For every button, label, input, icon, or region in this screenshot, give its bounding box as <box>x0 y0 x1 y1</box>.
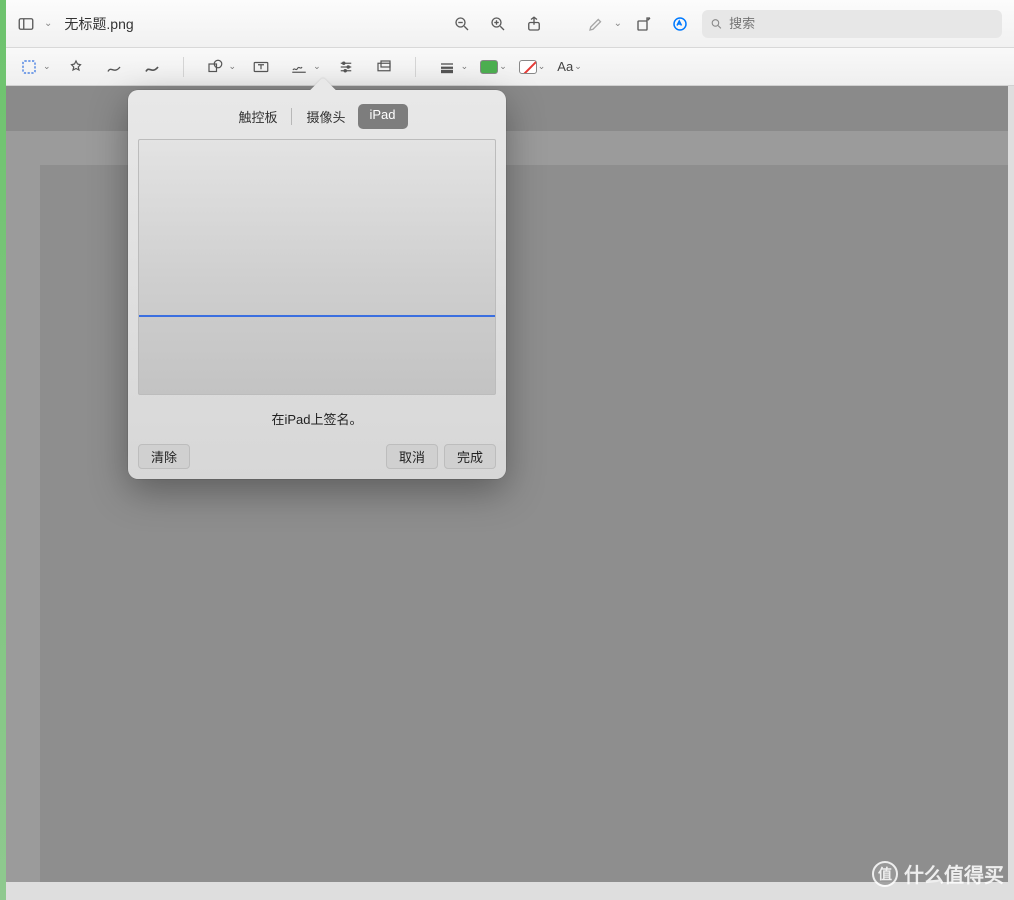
clear-button[interactable]: 清除 <box>138 444 190 469</box>
text-box-icon[interactable] <box>248 54 274 80</box>
search-input[interactable] <box>729 16 994 31</box>
rotate-icon[interactable] <box>630 10 658 38</box>
tab-trackpad[interactable]: 触控板 <box>226 104 289 129</box>
chevron-down-icon[interactable]: ⌄ <box>538 61 546 72</box>
adjust-color-icon[interactable] <box>333 54 359 80</box>
shapes-icon[interactable] <box>202 54 228 80</box>
document-title: 无标题.png <box>64 14 133 34</box>
chevron-down-icon[interactable]: ⌄ <box>614 18 622 29</box>
signature-canvas[interactable] <box>138 139 496 395</box>
watermark: 值 什么值得买 <box>872 859 1004 888</box>
search-field[interactable] <box>702 10 1002 38</box>
sketch-icon[interactable] <box>101 54 127 80</box>
sign-icon[interactable] <box>286 54 312 80</box>
adjust-size-icon[interactable] <box>371 54 397 80</box>
instant-alpha-icon[interactable] <box>63 54 89 80</box>
markup-toolbar: ⌄ ⌄ ⌄ ⌄ ⌄ ⌄ Aa ⌄ <box>0 48 1014 86</box>
stroke-icon[interactable] <box>434 54 460 80</box>
draw-icon[interactable] <box>139 54 165 80</box>
separator <box>415 57 416 77</box>
chevron-down-icon[interactable]: ⌄ <box>574 61 582 72</box>
chevron-down-icon[interactable]: ⌄ <box>313 61 321 72</box>
popover-button-row: 清除 取消 完成 <box>128 444 506 469</box>
selection-icon[interactable] <box>16 54 42 80</box>
chevron-down-icon[interactable]: ⌄ <box>43 61 51 72</box>
separator <box>183 57 184 77</box>
tab-divider <box>291 108 292 125</box>
signature-baseline <box>139 315 495 317</box>
tab-camera[interactable]: 摄像头 <box>294 104 357 129</box>
chevron-down-icon[interactable]: ⌄ <box>229 61 237 72</box>
signature-source-tabs: 触控板 摄像头 iPad <box>128 104 506 129</box>
main-toolbar: ⌄ 无标题.png ⌄ <box>0 0 1014 48</box>
search-icon <box>710 17 723 31</box>
share-icon[interactable] <box>520 10 548 38</box>
cancel-button[interactable]: 取消 <box>386 444 438 469</box>
text-style-button[interactable]: Aa <box>557 59 573 74</box>
zoom-in-icon[interactable] <box>484 10 512 38</box>
highlight-icon[interactable] <box>582 10 610 38</box>
chevron-down-icon[interactable]: ⌄ <box>461 61 469 72</box>
zoom-out-icon[interactable] <box>448 10 476 38</box>
signature-popover: 触控板 摄像头 iPad 在iPad上签名。 清除 取消 完成 <box>128 90 506 479</box>
watermark-text: 什么值得买 <box>904 859 1004 888</box>
markup-icon[interactable] <box>666 10 694 38</box>
chevron-down-icon[interactable]: ⌄ <box>44 18 52 29</box>
fill-color-swatch[interactable] <box>519 60 537 74</box>
chevron-down-icon[interactable]: ⌄ <box>499 61 507 72</box>
done-button[interactable]: 完成 <box>444 444 496 469</box>
sidebar-toggle-icon[interactable] <box>12 10 40 38</box>
border-color-swatch[interactable] <box>480 60 498 74</box>
watermark-badge: 值 <box>872 861 898 887</box>
signature-hint: 在iPad上签名。 <box>128 409 506 428</box>
tab-ipad[interactable]: iPad <box>358 104 408 129</box>
